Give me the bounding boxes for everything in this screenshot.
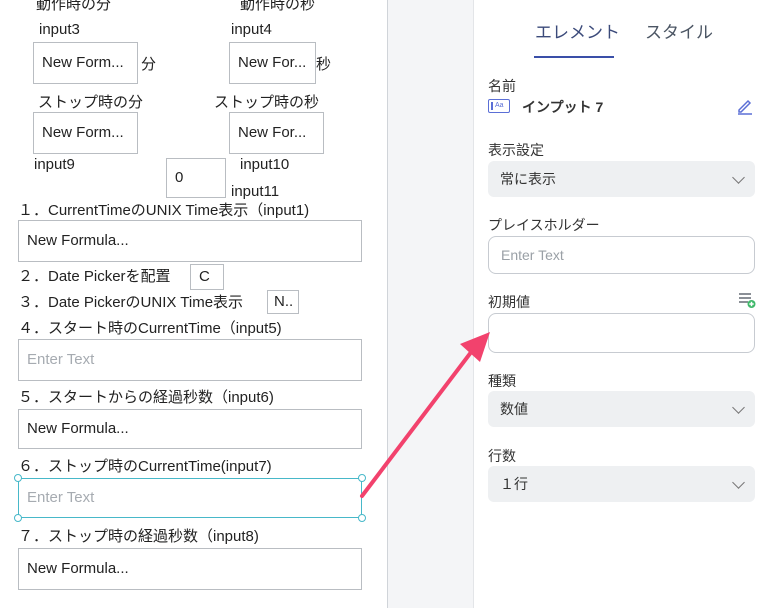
annotation-arrow <box>360 332 490 498</box>
